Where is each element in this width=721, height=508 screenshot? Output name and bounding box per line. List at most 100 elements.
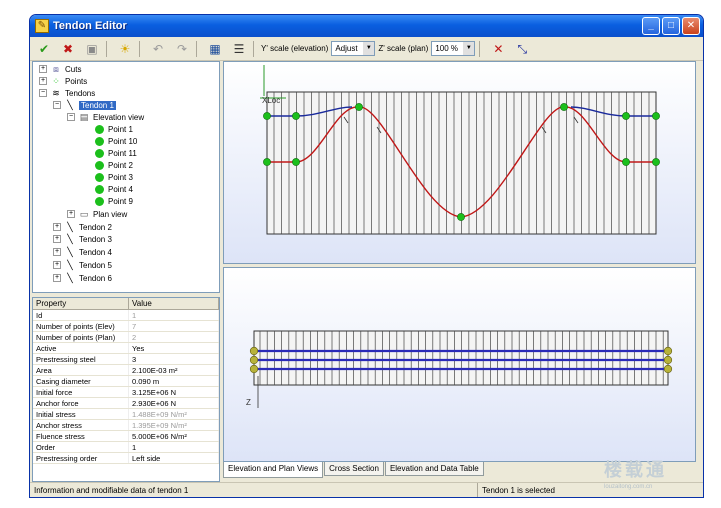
tree-item-plan-view[interactable]: + ▭ Plan view — [67, 208, 127, 220]
property-value: 1.395E+09 N/m² — [129, 420, 219, 430]
tab-elevation-and-data-table[interactable]: Elevation and Data Table — [384, 462, 484, 476]
property-row[interactable]: Active Yes — [33, 343, 219, 354]
property-value[interactable]: 2.930E+06 N — [129, 398, 219, 408]
point-icon — [95, 196, 104, 206]
y-scale-label: Y' scale (elevation) — [261, 44, 329, 53]
property-name: Casing diameter — [33, 376, 129, 386]
tree-item-point[interactable]: Point 11 — [95, 147, 137, 159]
property-value[interactable]: Yes — [129, 343, 219, 353]
property-row[interactable]: Prestressing order Left side — [33, 453, 219, 464]
expand-icon[interactable]: + — [67, 210, 75, 218]
tree-item-points[interactable]: + ⁘ Points — [39, 75, 87, 87]
property-row[interactable]: Casing diameter 0.090 m — [33, 376, 219, 387]
property-row[interactable]: Order 1 — [33, 442, 219, 453]
check-icon[interactable]: ✔ — [34, 40, 54, 58]
property-row[interactable]: Number of points (Elev) 7 — [33, 321, 219, 332]
collapse-icon[interactable]: − — [39, 89, 47, 97]
z-scale-value: 100 % — [435, 44, 459, 53]
tree-item-point[interactable]: Point 10 — [95, 135, 137, 147]
property-name: Prestressing steel — [33, 354, 129, 364]
tab-elevation-and-plan-views[interactable]: Elevation and Plan Views — [223, 462, 324, 478]
bulb-icon[interactable]: ☀ — [115, 40, 135, 58]
status-selection: Tendon 1 is selected — [482, 486, 555, 495]
title-bar[interactable]: ✎ Tendon Editor _ □ ✕ — [30, 15, 703, 37]
collapse-icon[interactable]: − — [67, 113, 75, 121]
redo-icon[interactable]: ↷ — [172, 40, 192, 58]
tree-item-point[interactable]: Point 2 — [95, 159, 133, 171]
calculator-icon[interactable]: ▦ — [205, 40, 225, 58]
watermark-url: louzaitong.com.cn — [604, 484, 653, 490]
minimize-button[interactable]: _ — [642, 17, 660, 35]
tree-item-tendon[interactable]: + ╲ Tendon 6 — [53, 272, 112, 284]
tree-item-tendon[interactable]: + ╲ Tendon 2 — [53, 221, 112, 233]
expand-icon[interactable]: + — [53, 223, 61, 231]
chevron-down-icon[interactable]: ▼ — [363, 42, 375, 55]
save-icon[interactable]: ▣ — [82, 40, 102, 58]
expand-icon[interactable]: + — [53, 261, 61, 269]
elevation-drawing[interactable]: XLoc — [224, 62, 695, 263]
tree-item-cuts[interactable]: + ⧈ Cuts — [39, 63, 81, 75]
close-button[interactable]: ✕ — [682, 17, 700, 35]
toolbar-separator — [196, 40, 197, 57]
tendon-tree: + ⧈ Cuts + ⁘ Points − ≋ Tendons − ╲ Tend… — [32, 61, 220, 293]
tree-label: Point 4 — [108, 184, 133, 194]
point-icon — [95, 184, 104, 194]
x-icon[interactable]: ✖ — [58, 40, 78, 58]
tree-item-elevation-view[interactable]: − ▤ Elevation view — [67, 111, 144, 123]
property-value[interactable]: 3 — [129, 354, 219, 364]
tendon-editor-window: ✎ Tendon Editor _ □ ✕ ✔ ✖ ▣ ☀ ↶ ↷ ▦ ☰ Y'… — [29, 14, 704, 498]
tree-item-tendon[interactable]: + ╲ Tendon 5 — [53, 259, 112, 271]
tree-label-selected: Tendon 1 — [79, 100, 116, 110]
tree-item-point[interactable]: Point 9 — [95, 195, 133, 207]
property-value[interactable]: 2.100E-03 m² — [129, 365, 219, 375]
tree-item-point[interactable]: Point 4 — [95, 183, 133, 195]
expand-icon[interactable]: + — [39, 65, 47, 73]
maximize-button[interactable]: □ — [662, 17, 680, 35]
chevron-down-icon[interactable]: ▼ — [463, 42, 475, 55]
property-value[interactable]: 1 — [129, 442, 219, 452]
move-point-icon[interactable]: ⤡ — [512, 40, 532, 58]
tree-item-tendon[interactable]: + ╲ Tendon 3 — [53, 233, 112, 245]
property-row[interactable]: Number of points (Plan) 2 — [33, 332, 219, 343]
property-column-header[interactable]: Property — [33, 298, 129, 309]
property-name: Fluence stress — [33, 431, 129, 441]
tree-item-point[interactable]: Point 3 — [95, 171, 133, 183]
z-scale-select[interactable]: 100 % ▼ — [431, 41, 476, 56]
elevation-view-pane[interactable]: XLoc — [223, 61, 696, 264]
toolbar-separator — [253, 40, 254, 57]
property-value[interactable]: 5.000E+06 N/m² — [129, 431, 219, 441]
expand-icon[interactable]: + — [39, 77, 47, 85]
expand-icon[interactable]: + — [53, 248, 61, 256]
expand-icon[interactable]: + — [53, 235, 61, 243]
property-row[interactable]: Anchor stress 1.395E+09 N/m² — [33, 420, 219, 431]
delete-point-icon[interactable]: ✕ — [488, 40, 508, 58]
property-row[interactable]: Initial stress 1.488E+09 N/m² — [33, 409, 219, 420]
tree-item-tendon-1[interactable]: − ╲ Tendon 1 — [53, 99, 116, 111]
plan-drawing[interactable]: Z — [224, 268, 695, 461]
tree-item-tendons[interactable]: − ≋ Tendons — [39, 87, 95, 99]
list-icon[interactable]: ☰ — [229, 40, 249, 58]
plan-view-pane[interactable]: Z — [223, 267, 696, 462]
y-scale-select[interactable]: Adjust ▼ — [331, 41, 376, 56]
property-row[interactable]: Prestressing steel 3 — [33, 354, 219, 365]
watermark-text: 楼载通 — [604, 460, 667, 480]
value-column-header[interactable]: Value — [129, 298, 219, 309]
expand-icon[interactable]: + — [53, 274, 61, 282]
property-row[interactable]: Area 2.100E-03 m² — [33, 365, 219, 376]
undo-icon[interactable]: ↶ — [148, 40, 168, 58]
property-value[interactable]: 3.125E+06 N — [129, 387, 219, 397]
tree-label: Elevation view — [93, 112, 145, 122]
property-row[interactable]: Initial force 3.125E+06 N — [33, 387, 219, 398]
property-value[interactable]: Left side — [129, 453, 219, 463]
property-row[interactable]: Fluence stress 5.000E+06 N/m² — [33, 431, 219, 442]
tab-cross-section[interactable]: Cross Section — [324, 462, 384, 476]
tree-item-tendon[interactable]: + ╲ Tendon 4 — [53, 246, 112, 258]
tree-item-point[interactable]: Point 1 — [95, 123, 133, 135]
property-value[interactable]: 0.090 m — [129, 376, 219, 386]
collapse-icon[interactable]: − — [53, 101, 61, 109]
property-name: Anchor stress — [33, 420, 129, 430]
property-rows: Id 1 Number of points (Elev) 7 Number of poi… — [33, 310, 219, 464]
property-row[interactable]: Id 1 — [33, 310, 219, 321]
property-row[interactable]: Anchor force 2.930E+06 N — [33, 398, 219, 409]
property-name: Order — [33, 442, 129, 452]
